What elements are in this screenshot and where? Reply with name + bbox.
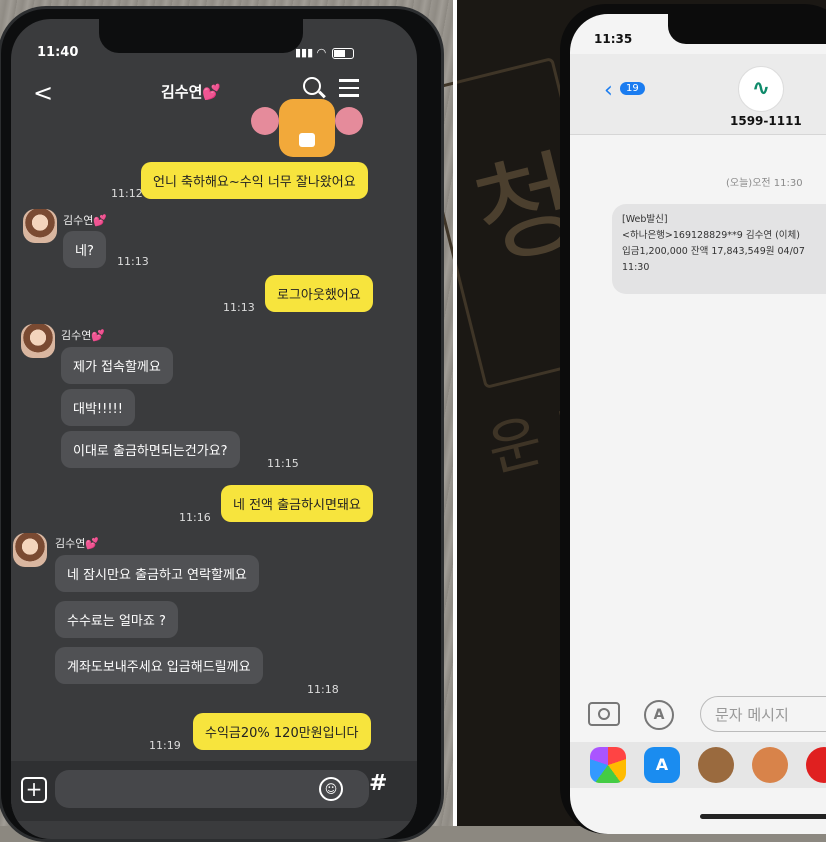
imessage-app-drawer: A (570, 742, 826, 788)
camera-icon[interactable] (588, 702, 620, 726)
left-phone: 11:40 ▮▮▮ ◠ < 김수연💕 11:12 언니 축하해요~수익 너무 잘… (0, 6, 444, 842)
my-message-bubble[interactable]: 로그아웃했어요 (265, 275, 373, 312)
message-composer: + ☺ # (11, 761, 417, 821)
kakaotalk-chat-screen: 11:40 ▮▮▮ ◠ < 김수연💕 11:12 언니 축하해요~수익 너무 잘… (11, 19, 417, 839)
sms-line: [Web발신] (622, 214, 668, 225)
memoji-icon[interactable] (698, 747, 734, 783)
emoji-icon[interactable]: ☺ (319, 777, 343, 801)
digital-touch-icon[interactable] (806, 747, 826, 783)
status-icons: ▮▮▮ ◠ (295, 46, 355, 59)
their-message-bubble[interactable]: 대박!!!!! (61, 389, 135, 426)
their-message-bubble[interactable]: 네 잠시만요 출금하고 연락할께요 (55, 555, 259, 592)
ios-messages-screen: 11:35 ‹ 19 ∿ 1599-1111 (오늘)오전 11:30 [Web… (570, 14, 826, 834)
status-time: 11:40 (37, 45, 79, 60)
contact-avatar[interactable] (23, 209, 57, 243)
contact-name: 김수연💕 (55, 537, 100, 550)
bank-logo-avatar[interactable]: ∿ (738, 66, 784, 112)
chat-title: 김수연💕 (161, 83, 222, 101)
app-store-app-icon[interactable]: A (644, 747, 680, 783)
sms-line: <하나은행>169128829**9 김수연 (이체) (622, 230, 800, 241)
my-message-bubble[interactable]: 언니 축하해요~수익 너무 잘나왔어요 (141, 162, 368, 199)
app-store-icon[interactable]: A (644, 700, 674, 730)
their-message-bubble[interactable]: 계좌도보내주세요 입금해드릴께요 (55, 647, 263, 684)
message-time: 11:15 (267, 457, 299, 470)
sms-line: 11:30 (622, 262, 650, 273)
message-time: 11:12 (111, 187, 143, 200)
contact-name: 김수연💕 (63, 214, 108, 227)
phone-notch (99, 19, 303, 53)
status-time: 11:35 (594, 32, 633, 46)
contact-name: 김수연💕 (61, 329, 106, 342)
photo-divider (453, 0, 457, 826)
hashtag-search-icon[interactable]: # (369, 771, 387, 796)
their-message-bubble[interactable]: 제가 접속할께요 (61, 347, 173, 384)
unread-count-badge[interactable]: 19 (620, 82, 645, 95)
my-message-bubble[interactable]: 네 전액 출금하시면돼요 (221, 485, 373, 522)
their-message-bubble[interactable]: 네? (63, 231, 106, 268)
their-message-bubble[interactable]: 이대로 출금하면되는건가요? (61, 431, 240, 468)
contact-avatar[interactable] (13, 533, 47, 567)
add-attachment-icon[interactable]: + (21, 777, 47, 803)
message-date: (오늘)오전 11:30 (726, 178, 803, 189)
photos-app-icon[interactable] (590, 747, 626, 783)
memoji-stickers-icon[interactable] (752, 747, 788, 783)
battery-icon (332, 47, 355, 59)
phone-notch (668, 14, 826, 44)
sticker-image (251, 99, 363, 157)
right-phone: 11:35 ‹ 19 ∿ 1599-1111 (오늘)오전 11:30 [Web… (560, 4, 826, 834)
message-time: 11:13 (223, 301, 255, 314)
sms-line: 입금1,200,000 잔액 17,843,549원 04/07 (622, 246, 805, 257)
home-indicator (700, 814, 826, 819)
sender-number[interactable]: 1599-1111 (730, 114, 802, 128)
back-chevron-icon[interactable]: ‹ (604, 78, 613, 103)
back-arrow-icon[interactable]: < (33, 79, 53, 107)
message-time: 11:18 (307, 683, 339, 696)
sms-input-field[interactable]: 문자 메시지 (700, 696, 826, 732)
message-time: 11:16 (179, 511, 211, 524)
contact-avatar[interactable] (21, 324, 55, 358)
their-message-bubble[interactable]: 수수료는 얼마죠 ? (55, 601, 178, 638)
my-message-bubble[interactable]: 수익금20% 120만원입니다 (193, 713, 371, 750)
bank-sms-bubble[interactable]: [Web발신] <하나은행>169128829**9 김수연 (이체) 입금1,… (612, 204, 826, 294)
conversation-header: ‹ 19 ∿ 1599-1111 (570, 54, 826, 135)
message-input-bar: A 문자 메시지 (570, 690, 826, 750)
message-time: 11:19 (149, 739, 181, 752)
message-time: 11:13 (117, 255, 149, 268)
